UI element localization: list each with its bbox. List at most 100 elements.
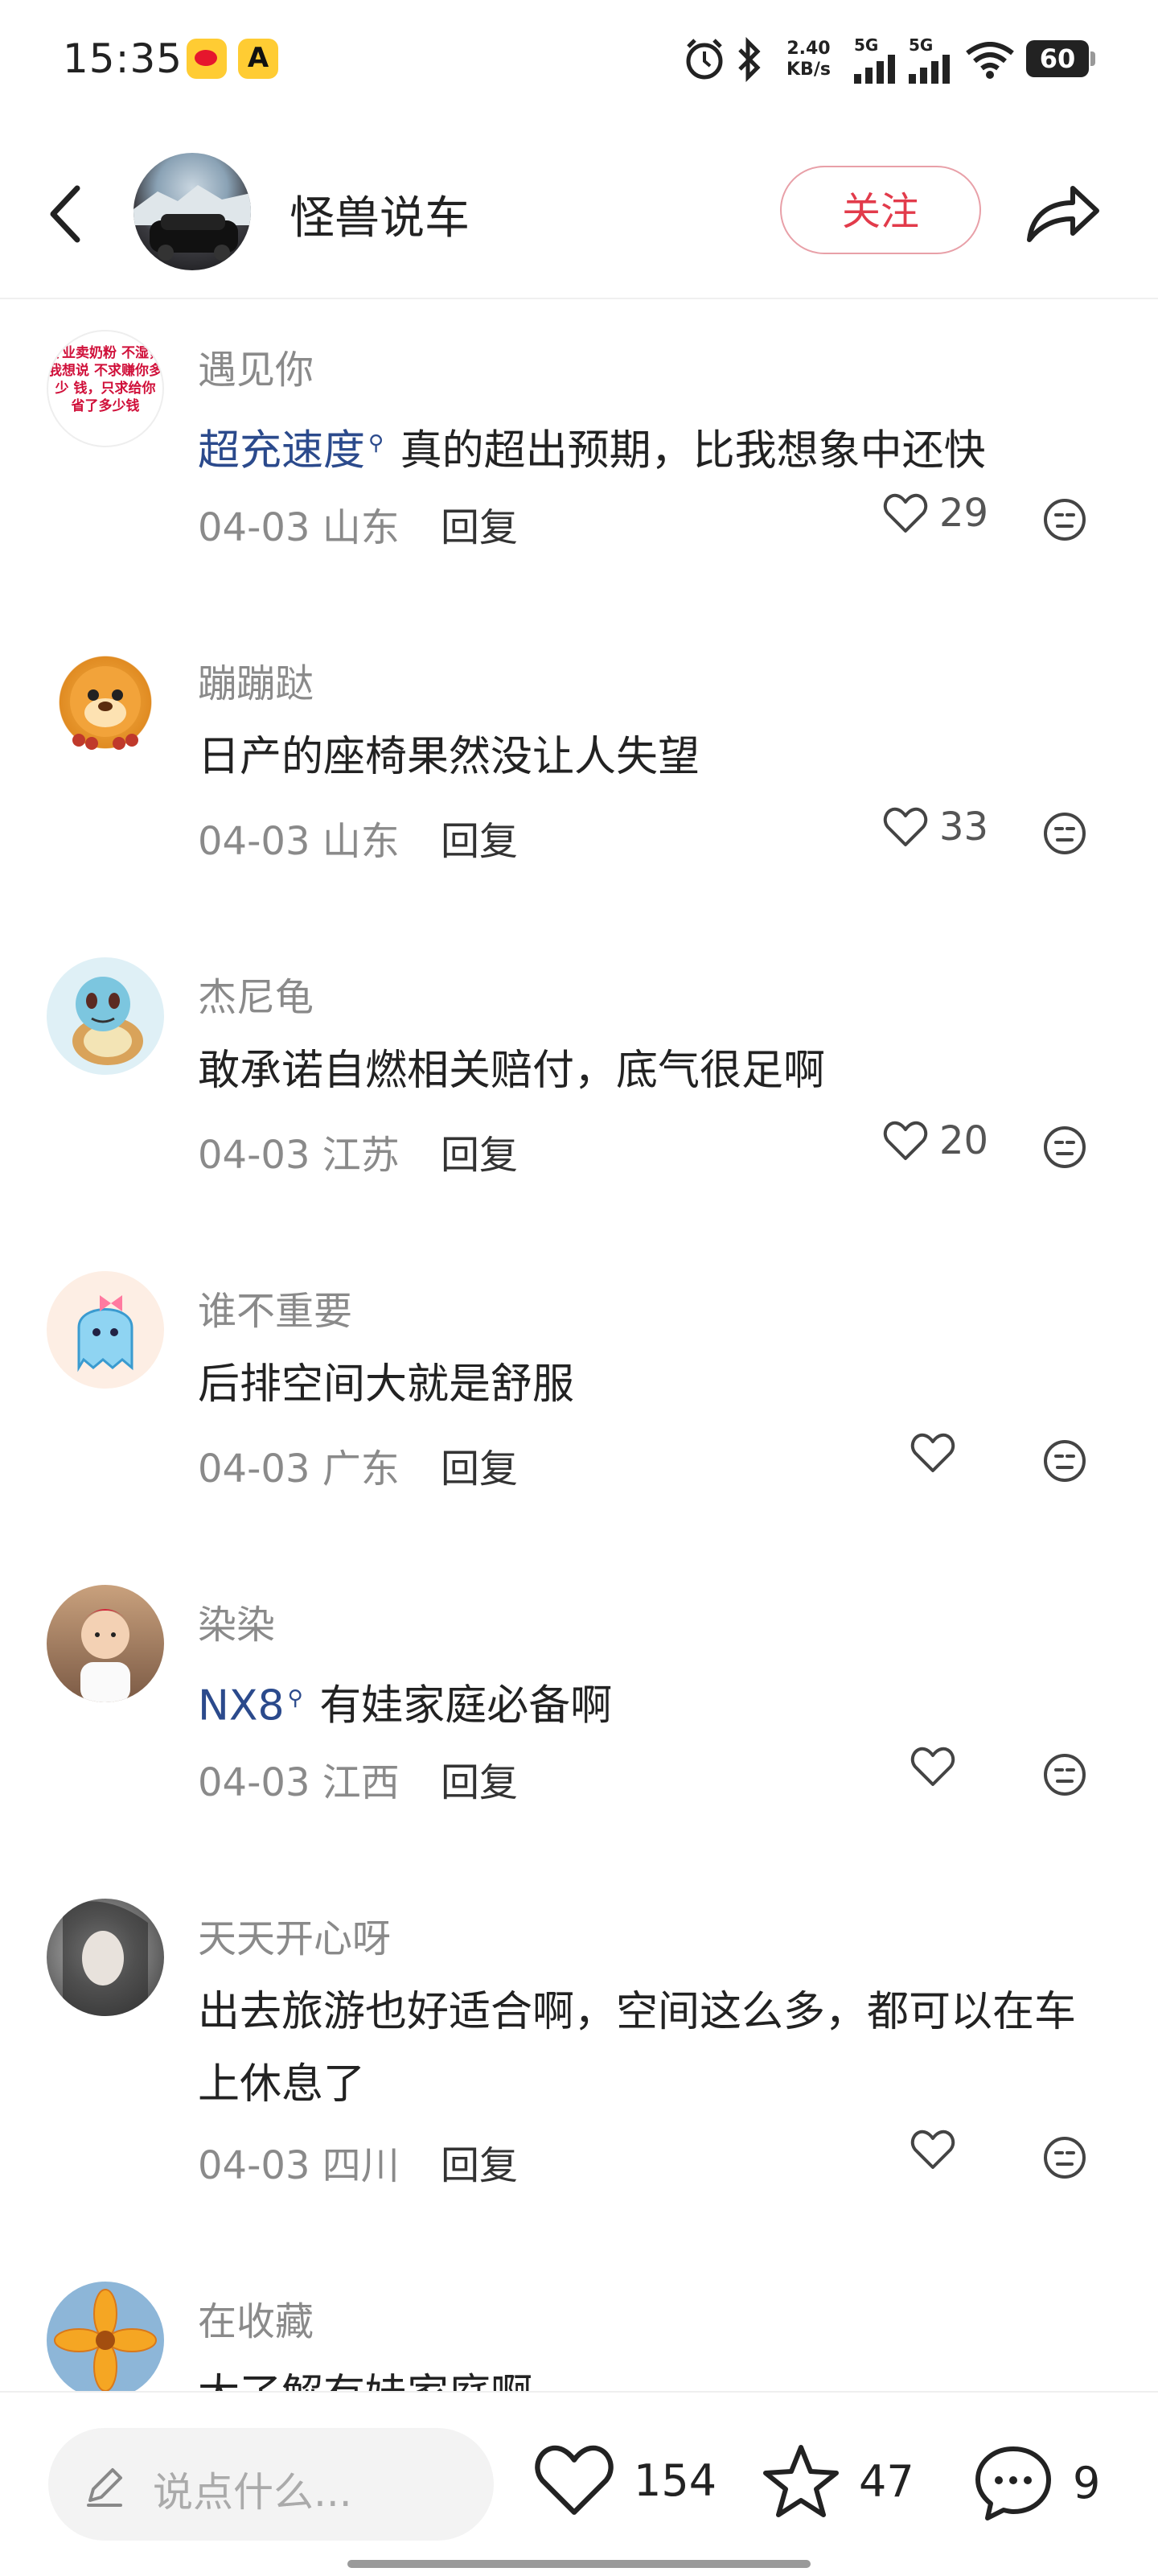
top-nav-bar: 怪兽说车 关注 [0,145,1158,299]
comment-body: 有娃家庭必备啊 [319,1681,613,1730]
topic-tag[interactable]: 超充速度 [198,426,365,475]
status-time: 15:35 [63,35,183,82]
flower-avatar [54,2289,157,2392]
portrait-avatar [63,1901,148,2016]
topic-tag[interactable]: NX8 [198,1681,285,1730]
comment-username[interactable]: 染染 [198,1593,275,1649]
favorite-button[interactable]: 47 [761,2442,914,2520]
heart-icon [883,493,928,533]
comment-username[interactable]: 天天开心呀 [198,1907,391,1963]
search-icon: ⚲ [368,431,384,455]
comment-meta: 04-03 广东 回复 [198,1437,518,1493]
comment-region: 江西 [322,1760,400,1805]
comment-region: 江苏 [322,1133,400,1178]
comment-input[interactable]: 说点什么... [48,2428,494,2541]
heart-icon [883,807,928,846]
comment-username[interactable]: 在收藏 [198,2290,314,2346]
reply-button[interactable]: 回复 [441,819,518,864]
comment-item: 蹦蹦跶 日产的座椅果然没让人失望 04-03 山东 回复 33 [0,644,1158,885]
ghost-avatar [77,1295,133,1372]
comment-date: 04-03 [198,1446,310,1492]
like-button[interactable]: 29 [883,491,988,536]
network-speed: 2.40 KB/s [786,39,831,80]
comment-region: 山东 [322,505,400,550]
comment-meta: 04-03 山东 回复 [198,496,518,552]
comment-meta: 04-03 四川 回复 [198,2134,518,2190]
comment-item: 在收藏 太了解有娃家庭啊 [0,2282,1158,2419]
comment-username[interactable]: 蹦蹦跶 [198,652,314,708]
comment-item: 染染 NX8 ⚲ 有娃家庭必备啊 04-03 江西 回复 [0,1585,1158,1826]
like-button[interactable] [910,1746,955,1788]
reply-button[interactable]: 回复 [441,1446,518,1492]
follow-button[interactable]: 关注 [780,166,981,254]
home-indicator[interactable] [347,2560,811,2568]
input-placeholder: 说点什么... [153,2469,352,2516]
signal-bars-icon [854,55,895,84]
reply-button[interactable]: 回复 [441,1133,518,1178]
alarm-icon [686,39,723,80]
emoji-reaction-icon[interactable] [1042,1752,1087,1797]
comment-date: 04-03 [198,1133,310,1178]
squirtle-avatar [72,977,143,1065]
reply-button[interactable]: 回复 [441,1760,518,1805]
comment-avatar[interactable] [47,644,164,761]
like-button[interactable]: 33 [883,804,988,850]
comment-meta: 04-03 江苏 回复 [198,1123,518,1179]
status-bar: 15:35 2.40 KB/s 5G 5G 60 [0,0,1158,121]
comment-region: 四川 [322,2143,400,2188]
share-arrow-icon[interactable] [1023,175,1103,248]
comment-date: 04-03 [198,819,310,864]
comment-item: 天天开心呀 出去旅游也好适合啊，空间这么多，都可以在车上休息了 04-03 四川… [0,1899,1158,2212]
comment-avatar[interactable] [47,1585,164,1702]
account-avatar[interactable] [133,153,251,270]
weibo-app-icon [187,39,227,79]
comment-username[interactable]: 遇见你 [198,338,314,394]
reply-button[interactable]: 回复 [441,2143,518,2188]
post-like-count: 154 [634,2455,717,2506]
car-photo [133,185,251,261]
emoji-reaction-icon[interactable] [1042,1125,1087,1170]
like-count: 20 [939,1118,989,1163]
comment-count: 9 [1073,2457,1101,2508]
net-type-2: 5G [909,35,934,55]
search-icon: ⚲ [287,1686,303,1710]
comment-avatar[interactable] [47,2282,164,2399]
like-button[interactable] [910,1432,955,1474]
comment-text: 后排空间大就是舒服 [198,1360,575,1409]
like-button[interactable]: 20 [883,1118,988,1163]
comment-meta: 04-03 江西 回复 [198,1751,518,1807]
heart-icon [883,1121,928,1160]
comment-username[interactable]: 杰尼龟 [198,965,314,1022]
comment-item: 专业卖奶粉 不湿，我想说 不求赚你多少 钱，只求给你 省了多少钱 遇见你 超充速… [0,330,1158,571]
reply-button[interactable]: 回复 [441,505,518,550]
star-icon [763,2445,839,2517]
comment-body: 真的超出预期，比我想象中还快 [400,426,986,475]
avatar-text: 专业卖奶粉 不湿，我想说 不求赚你多少 钱，只求给你 省了多少钱 [48,345,162,414]
emoji-reaction-icon[interactable] [1042,2135,1087,2180]
chevron-left-icon[interactable] [42,182,90,246]
account-name: 怪兽说车 [290,192,470,245]
comment-date: 04-03 [198,505,310,550]
comments-button[interactable]: 9 [971,2442,1100,2523]
comment-region: 广东 [322,1446,400,1492]
battery-indicator: 60 [1026,40,1095,77]
heart-icon [910,2130,955,2169]
emoji-reaction-icon[interactable] [1042,497,1087,542]
comment-item: 杰尼龟 敢承诺自燃相关赔付，底气很足啊 04-03 江苏 回复 20 [0,957,1158,1199]
pencil-icon [87,2468,122,2507]
comment-avatar[interactable] [47,957,164,1075]
comment-avatar[interactable] [47,1899,164,2016]
signal-5g-2: 5G [909,35,954,84]
comment-avatar[interactable]: 专业卖奶粉 不湿，我想说 不求赚你多少 钱，只求给你 省了多少钱 [47,330,164,447]
like-post-button[interactable]: 154 [532,2442,717,2518]
emoji-reaction-icon[interactable] [1042,1438,1087,1483]
comment-text: 超充速度 ⚲ 真的超出预期，比我想象中还快 [198,407,1098,487]
like-button[interactable] [910,2129,955,2171]
comment-avatar[interactable] [47,1271,164,1389]
speed-value: 2.40 [786,39,831,59]
signal-bars-icon [909,55,950,84]
comment-username[interactable]: 谁不重要 [198,1279,352,1335]
heart-icon [535,2445,614,2515]
signal-5g-1: 5G [854,35,899,84]
emoji-reaction-icon[interactable] [1042,811,1087,856]
